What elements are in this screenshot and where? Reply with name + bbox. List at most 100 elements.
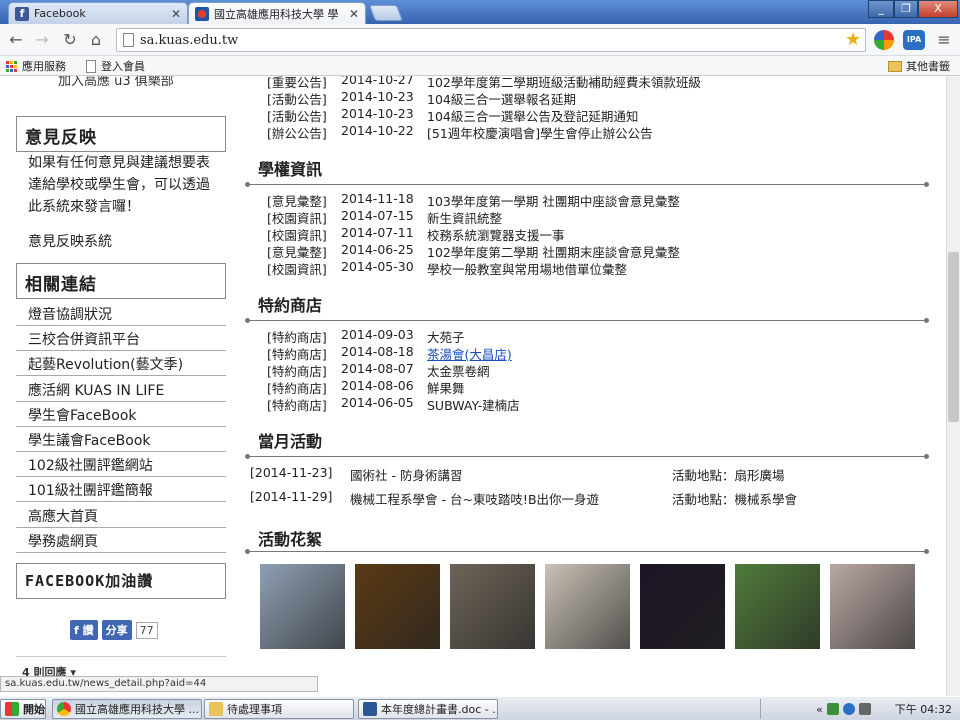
- section-divider: [245, 454, 929, 459]
- news-category: [特約商店]: [267, 330, 327, 345]
- new-tab-button[interactable]: [369, 5, 403, 21]
- page-icon: [86, 59, 96, 73]
- bookmarks-bar: 應用服務 登入會員 其他書籤: [0, 56, 960, 76]
- news-row[interactable]: [特約商店] 2014-06-05 SUBWAY-建楠店: [267, 395, 520, 413]
- related-link[interactable]: 高應大首頁: [16, 503, 226, 528]
- feedback-system-link[interactable]: 意見反映系統: [16, 228, 226, 253]
- sidebar-cut-text: 加入高應 u3 俱樂部: [58, 76, 174, 89]
- start-button[interactable]: 開始: [0, 699, 46, 719]
- related-link[interactable]: 起藝Revolution(藝文季): [16, 351, 226, 377]
- news-date: 2014-08-06: [341, 378, 414, 393]
- news-row[interactable]: [特約商店] 2014-08-07 太金票卷網: [267, 361, 490, 379]
- related-link[interactable]: 學生會FaceBook: [16, 402, 226, 427]
- gallery-photo[interactable]: [450, 564, 535, 649]
- maximize-button[interactable]: ❐: [894, 0, 918, 18]
- news-category: [特約商店]: [267, 381, 327, 396]
- extension-icon[interactable]: [874, 30, 894, 50]
- menu-icon[interactable]: ≡: [934, 30, 954, 50]
- news-title[interactable]: [51週年校慶演唱會]學生會停止辦公公告: [427, 123, 653, 141]
- news-title[interactable]: 102學年度第二學期 社團期末座談會意見彙整: [427, 242, 680, 260]
- bookmark-apps[interactable]: 應用服務: [6, 58, 66, 74]
- close-tab-icon[interactable]: ✕: [169, 7, 183, 21]
- section-divider: [245, 182, 929, 187]
- kuas-favicon-icon: [195, 6, 209, 21]
- event-name[interactable]: 機械工程系學會 - 台~東吱踏吱!B出你一身遊: [350, 489, 599, 508]
- news-row[interactable]: [校園資訊] 2014-07-15 新生資訊統整: [267, 208, 502, 226]
- related-link[interactable]: 學務處網頁: [16, 528, 226, 553]
- related-link[interactable]: 三校合併資訊平台: [16, 326, 226, 352]
- facebook-like-button[interactable]: f 讚: [70, 620, 98, 640]
- gallery-photo[interactable]: [640, 564, 725, 649]
- news-category: [校園資訊]: [267, 262, 327, 277]
- related-link[interactable]: 學生議會FaceBook: [16, 427, 226, 452]
- bookmark-login[interactable]: 登入會員: [86, 58, 145, 74]
- news-row[interactable]: [重要公告] 2014-10-27 102學年度第二學期班級活動補助經費未領款班級: [267, 76, 701, 90]
- gallery-photo[interactable]: [545, 564, 630, 649]
- related-link[interactable]: 應活網 KUAS IN LIFE: [16, 377, 226, 402]
- like-label: 讚: [82, 624, 94, 637]
- home-icon[interactable]: ⌂: [86, 30, 106, 50]
- news-row[interactable]: [特約商店] 2014-08-18 茶湯會(大昌店): [267, 344, 512, 362]
- news-category: [特約商店]: [267, 398, 327, 413]
- news-title[interactable]: 102學年度第二學期班級活動補助經費未領款班級: [427, 76, 701, 90]
- news-title[interactable]: 103學年度第一學期 社團期中座談會意見彙整: [427, 191, 680, 209]
- tray-volume-icon[interactable]: [858, 703, 871, 715]
- related-link[interactable]: 燈音協調狀況: [16, 301, 226, 326]
- tray-bluetooth-icon[interactable]: [842, 703, 855, 715]
- clock[interactable]: 下午 04:32: [895, 701, 952, 717]
- news-title[interactable]: 太金票卷網: [427, 361, 490, 379]
- related-link[interactable]: 102級社團評鑑網站: [16, 452, 226, 478]
- taskbar-button[interactable]: 國立高雄應用科技大學 ...: [52, 699, 202, 719]
- news-title[interactable]: 茶湯會(大昌店): [427, 344, 512, 362]
- taskbar-button[interactable]: 本年度總計畫書.doc - ...: [358, 699, 498, 719]
- news-row[interactable]: [意見彙整] 2014-11-18 103學年度第一學期 社團期中座談會意見彙整: [267, 191, 680, 209]
- page-content: 加入高應 u3 俱樂部 意見反映 如果有任何意見與建議想要表達給學校或學生會，可…: [0, 76, 946, 696]
- gallery-photo[interactable]: [355, 564, 440, 649]
- news-category: [校園資訊]: [267, 228, 327, 243]
- tab-kuas[interactable]: 國立高雄應用科技大學 學 ✕: [188, 2, 366, 24]
- other-bookmarks[interactable]: 其他書籤: [888, 58, 950, 74]
- url-text: sa.kuas.edu.tw: [140, 32, 239, 48]
- facebook-box-title: FACEBOOK加油讚: [16, 563, 226, 599]
- news-row[interactable]: [校園資訊] 2014-07-11 校務系統瀏覽器支援一事: [267, 225, 565, 243]
- folder-icon: [209, 702, 223, 716]
- address-bar[interactable]: sa.kuas.edu.tw: [116, 28, 866, 52]
- close-window-button[interactable]: X: [918, 0, 958, 18]
- event-name[interactable]: 國術社 - 防身術講習: [350, 465, 462, 484]
- tray-expand-icon[interactable]: «: [816, 703, 823, 716]
- chrome-icon: [57, 702, 71, 716]
- close-tab-icon[interactable]: ✕: [347, 7, 361, 21]
- section-divider: [245, 318, 929, 323]
- news-title[interactable]: 大苑子: [427, 327, 465, 345]
- gallery-photo[interactable]: [260, 564, 345, 649]
- gallery-photo[interactable]: [830, 564, 915, 649]
- reload-icon[interactable]: ↻: [60, 30, 80, 50]
- news-title[interactable]: 104級三合一選舉報名延期: [427, 89, 576, 107]
- news-title[interactable]: 校務系統瀏覽器支援一事: [427, 225, 565, 243]
- tray-network-icon[interactable]: [826, 703, 839, 715]
- news-row[interactable]: [特約商店] 2014-09-03 大苑子: [267, 327, 465, 345]
- event-place: 活動地點：機械系學會: [672, 492, 798, 507]
- gallery-photo[interactable]: [735, 564, 820, 649]
- news-row[interactable]: [校園資訊] 2014-05-30 學校一般教室與常用場地借單位彙整: [267, 259, 627, 277]
- taskbar-button[interactable]: 待處理事項: [204, 699, 354, 719]
- news-row[interactable]: [活動公告] 2014-10-23 104級三合一選舉公告及登記延期通知: [267, 106, 638, 124]
- forward-icon[interactable]: →: [32, 30, 52, 50]
- news-title[interactable]: SUBWAY-建楠店: [427, 395, 520, 413]
- news-title[interactable]: 學校一般教室與常用場地借單位彙整: [427, 259, 627, 277]
- bookmark-star-icon[interactable]: ★: [845, 29, 861, 50]
- facebook-share-button[interactable]: 分享: [101, 620, 132, 640]
- news-title[interactable]: 鮮果舞: [427, 378, 465, 396]
- ipa-extension-icon[interactable]: IPA: [903, 30, 925, 50]
- related-link[interactable]: 101級社團評鑑簡報: [16, 477, 226, 503]
- news-row[interactable]: [活動公告] 2014-10-23 104級三合一選舉報名延期: [267, 89, 576, 107]
- back-icon[interactable]: ←: [6, 30, 26, 50]
- news-row[interactable]: [特約商店] 2014-08-06 鮮果舞: [267, 378, 465, 396]
- tab-facebook[interactable]: f Facebook ✕: [8, 2, 188, 24]
- news-title[interactable]: 新生資訊統整: [427, 208, 502, 226]
- news-row[interactable]: [意見彙整] 2014-06-25 102學年度第二學期 社團期末座談會意見彙整: [267, 242, 680, 260]
- scrollbar-thumb[interactable]: [948, 252, 959, 422]
- news-title[interactable]: 104級三合一選舉公告及登記延期通知: [427, 106, 638, 124]
- minimize-button[interactable]: _: [868, 0, 894, 18]
- news-row[interactable]: [辦公公告] 2014-10-22 [51週年校慶演唱會]學生會停止辦公公告: [267, 123, 653, 141]
